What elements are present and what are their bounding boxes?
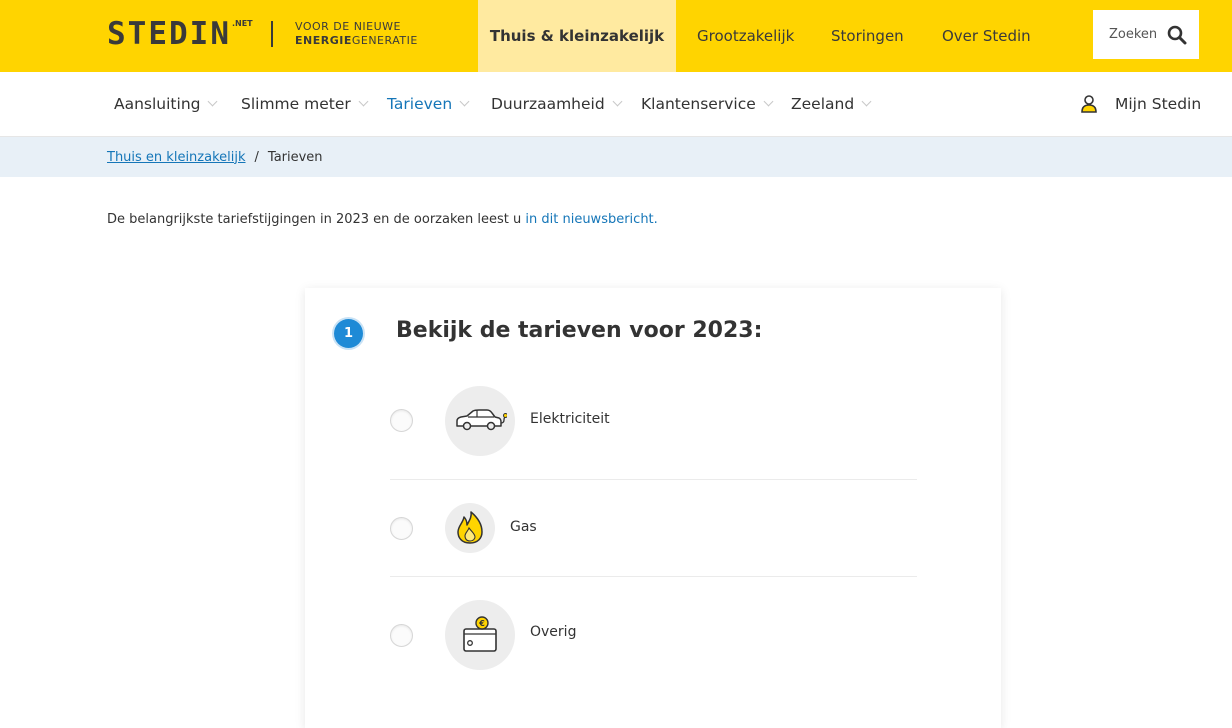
electric-car-icon [445,386,515,456]
chevron-down-icon [612,96,623,107]
option-gas-label: Gas [510,519,537,535]
logo-suffix: .NET [231,19,253,28]
nav-tarieven[interactable]: Tarieven [387,72,470,136]
option-gas[interactable]: Gas [390,503,917,553]
main-navigation: Aansluiting Slimme meter Tarieven Duurza… [0,72,1232,137]
search-icon [1167,25,1187,44]
tariff-selector-card: 1 Bekijk de tarieven voor 2023: Elektric… [305,288,1001,728]
search-label: Zoeken [1109,27,1158,42]
breadcrumb-separator: / [254,149,259,165]
nav-zeeland[interactable]: Zeeland [791,72,872,136]
search-button[interactable]: Zoeken [1093,10,1199,59]
logo-divider [271,21,273,47]
option-elektriciteit-label: Elektriciteit [530,411,610,427]
chevron-down-icon [358,96,369,107]
news-link[interactable]: in dit nieuwsbericht. [525,212,657,227]
wallet-euro-icon: € [445,600,515,670]
topnav-storingen[interactable]: Storingen [831,0,904,72]
radio-elektriciteit[interactable] [390,409,413,432]
svg-text:€: € [478,619,485,628]
nav-zeeland-label: Zeeland [791,95,855,113]
tagline-line-2: ENERGIEGENERATIE [295,34,418,48]
nav-klantenservice-label: Klantenservice [641,95,756,113]
tagline-bold: ENERGIE [295,34,352,47]
nav-slimme-meter-label: Slimme meter [241,95,351,113]
breadcrumb-current: Tarieven [267,149,323,165]
logo-wordmark: STEDIN [107,16,231,52]
nav-slimme-meter[interactable]: Slimme meter [241,72,369,136]
nav-duurzaamheid[interactable]: Duurzaamheid [491,72,623,136]
nav-duurzaamheid-label: Duurzaamheid [491,95,605,113]
logo-tagline: VOOR DE NIEUWE ENERGIEGENERATIE [295,20,418,48]
chevron-down-icon [763,96,774,107]
topnav-thuis-kleinzakelijk[interactable]: Thuis & kleinzakelijk [478,0,676,72]
chevron-down-icon [861,96,872,107]
breadcrumb-trail: Thuis en kleinzakelijk / Tarieven [107,137,323,177]
tagline-line-1: VOOR DE NIEUWE [295,20,402,33]
topnav-grootzakelijk[interactable]: Grootzakelijk [697,0,794,72]
mijn-stedin-label: Mijn Stedin [1115,95,1202,113]
flame-icon [445,503,495,553]
option-elektriciteit[interactable]: Elektriciteit [390,386,917,456]
radio-gas[interactable] [390,517,413,540]
step-number-badge: 1 [334,319,363,348]
intro-text: De belangrijkste tariefstijgingen in 202… [107,212,526,227]
radio-overig[interactable] [390,624,413,647]
breadcrumb-parent-link[interactable]: Thuis en kleinzakelijk [107,150,246,165]
top-bar: STEDIN .NET VOOR DE NIEUWE ENERGIEGENERA… [0,0,1232,72]
card-title: Bekijk de tarieven voor 2023: [396,318,763,343]
nav-tarieven-label: Tarieven [387,95,453,113]
option-divider [390,479,917,480]
mijn-stedin-link[interactable]: Mijn Stedin [1080,72,1201,136]
user-icon [1081,95,1097,113]
chevron-down-icon [459,96,470,107]
intro-paragraph: De belangrijkste tariefstijgingen in 202… [107,212,658,227]
stedin-logo[interactable]: STEDIN .NET VOOR DE NIEUWE ENERGIEGENERA… [107,16,417,52]
breadcrumb: Thuis en kleinzakelijk / Tarieven [0,137,1232,177]
option-divider [390,576,917,577]
nav-klantenservice[interactable]: Klantenservice [641,72,774,136]
option-overig[interactable]: € Overig [390,600,917,670]
option-overig-label: Overig [530,624,577,640]
nav-aansluiting-label: Aansluiting [114,95,201,113]
chevron-down-icon [208,96,218,107]
nav-aansluiting[interactable]: Aansluiting [114,72,218,136]
topnav-over-stedin[interactable]: Over Stedin [942,0,1031,72]
tagline-rest: GENERATIE [351,34,418,47]
